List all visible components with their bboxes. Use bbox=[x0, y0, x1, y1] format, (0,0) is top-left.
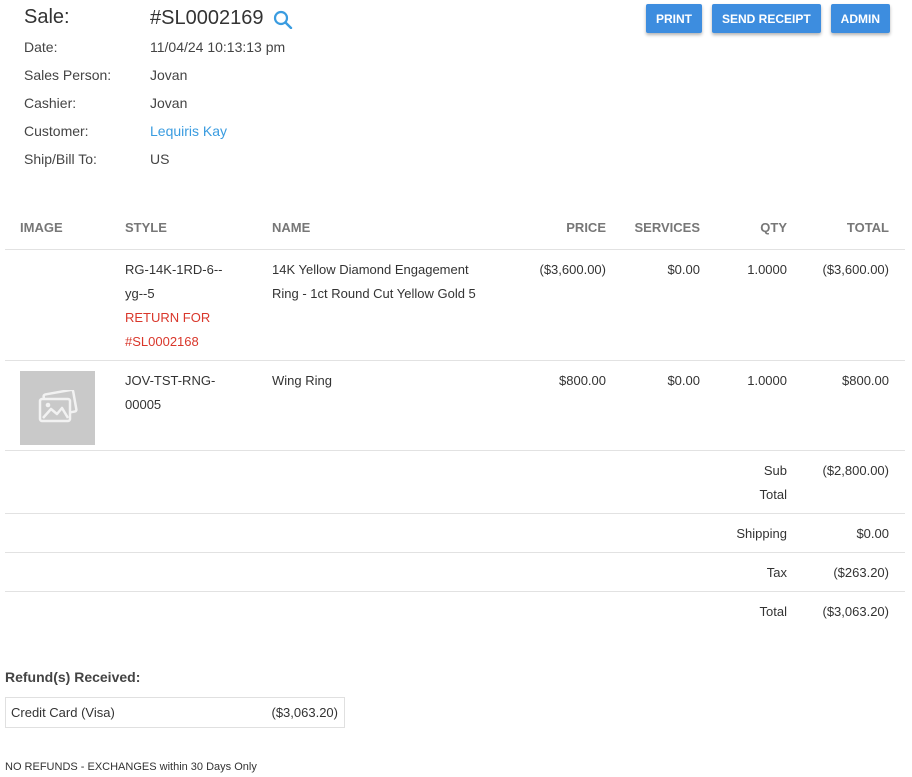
item-services: $0.00 bbox=[667, 373, 700, 388]
return-sale-link[interactable]: #SL0002168 bbox=[125, 330, 245, 354]
shipping-label: Shipping bbox=[736, 526, 787, 541]
total-value: ($3,063.20) bbox=[822, 604, 890, 619]
tax-value: ($263.20) bbox=[833, 565, 889, 580]
item-thumbnail[interactable] bbox=[20, 371, 95, 445]
sales-person-label: Sales Person: bbox=[24, 67, 112, 83]
ship-bill-value: US bbox=[150, 151, 170, 167]
col-header-qty: QTY bbox=[760, 220, 787, 235]
table-row: RG-14K-1RD-6-- yg--5 RETURN FOR #SL00021… bbox=[5, 250, 905, 361]
total-label: Total bbox=[759, 604, 787, 619]
print-button[interactable]: PRINT bbox=[645, 4, 702, 33]
table-header-row: IMAGE STYLE NAME PRICE SERVICES QTY TOTA… bbox=[5, 196, 905, 250]
tax-label: Tax bbox=[766, 565, 787, 580]
image-placeholder-icon bbox=[37, 388, 79, 427]
send-receipt-button[interactable]: SEND RECEIPT bbox=[711, 4, 821, 33]
refund-amount: ($3,063.20) bbox=[271, 705, 339, 720]
date-value: 11/04/24 10:13:13 pm bbox=[150, 39, 286, 55]
subtotal-label-line: Total bbox=[759, 487, 787, 502]
info-ship-bill: Ship/Bill To: US bbox=[24, 151, 169, 167]
sale-header: Sale: #SL0002169 Date: 11/04/24 10:13:13… bbox=[24, 4, 890, 176]
item-style-line: yg--5 bbox=[125, 286, 155, 301]
item-total: ($3,600.00) bbox=[822, 262, 890, 277]
subtotal-label-line: Sub bbox=[763, 463, 787, 478]
subtotal-value: ($2,800.00) bbox=[822, 463, 890, 478]
shipping-row: Shipping $0.00 bbox=[5, 514, 905, 553]
col-header-total: TOTAL bbox=[846, 220, 889, 235]
info-cashier: Cashier: Jovan bbox=[24, 95, 187, 111]
total-row: Total ($3,063.20) bbox=[5, 592, 905, 631]
info-customer: Customer: Lequiris Kay bbox=[24, 123, 227, 139]
item-price: ($3,600.00) bbox=[539, 262, 607, 277]
sale-number-text: #SL0002169 bbox=[150, 7, 264, 29]
subtotal-row: Sub Total ($2,800.00) bbox=[5, 451, 905, 514]
sales-person-value: Jovan bbox=[150, 67, 188, 83]
col-header-style: STYLE bbox=[125, 220, 167, 235]
refund-policy-text: NO REFUNDS - EXCHANGES within 30 Days On… bbox=[5, 761, 257, 773]
info-date: Date: 11/04/24 10:13:13 pm bbox=[24, 39, 285, 55]
item-style: RG-14K-1RD-6-- yg--5 RETURN FOR #SL00021… bbox=[125, 258, 245, 354]
item-name: 14K Yellow Diamond Engagement Ring - 1ct… bbox=[272, 258, 502, 306]
col-header-price: PRICE bbox=[566, 220, 606, 235]
admin-button[interactable]: ADMIN bbox=[830, 4, 890, 33]
col-header-services: SERVICES bbox=[634, 220, 700, 235]
item-name-line: Ring - 1ct Round Cut Yellow Gold 5 bbox=[272, 286, 476, 301]
action-buttons: PRINT SEND RECEIPT ADMIN bbox=[645, 4, 890, 33]
col-header-name: NAME bbox=[272, 220, 311, 235]
customer-label: Customer: bbox=[24, 123, 89, 139]
items-table: IMAGE STYLE NAME PRICE SERVICES QTY TOTA… bbox=[5, 196, 905, 631]
item-services: $0.00 bbox=[667, 262, 700, 277]
item-qty: 1.0000 bbox=[747, 373, 787, 388]
shipping-value: $0.00 bbox=[856, 526, 889, 541]
search-icon[interactable] bbox=[273, 9, 293, 29]
item-name: Wing Ring bbox=[272, 373, 332, 388]
subtotal-label: Sub Total bbox=[760, 459, 787, 507]
col-header-image: IMAGE bbox=[20, 220, 63, 235]
date-label: Date: bbox=[24, 39, 58, 55]
tax-row: Tax ($263.20) bbox=[5, 553, 905, 592]
item-price: $800.00 bbox=[559, 373, 606, 388]
item-style: JOV-TST-RNG- 00005 bbox=[125, 369, 245, 417]
refund-item: Credit Card (Visa) ($3,063.20) bbox=[5, 697, 345, 728]
sale-title-label: Sale: bbox=[24, 6, 70, 28]
cashier-label: Cashier: bbox=[24, 95, 77, 111]
sale-number: #SL0002169 bbox=[150, 7, 293, 30]
ship-bill-label: Ship/Bill To: bbox=[24, 151, 97, 167]
item-total: $800.00 bbox=[842, 373, 889, 388]
item-style-line: RG-14K-1RD-6-- bbox=[125, 262, 223, 277]
item-name-line: 14K Yellow Diamond Engagement bbox=[272, 262, 469, 277]
customer-link[interactable]: Lequiris Kay bbox=[150, 123, 227, 139]
info-sales-person: Sales Person: Jovan bbox=[24, 67, 187, 83]
item-style-line: 00005 bbox=[125, 397, 162, 412]
item-qty: 1.0000 bbox=[747, 262, 787, 277]
return-label: RETURN FOR bbox=[125, 310, 211, 325]
item-style-line: JOV-TST-RNG- bbox=[125, 373, 216, 388]
table-row: JOV-TST-RNG- 00005 Wing Ring $800.00 $0.… bbox=[5, 361, 905, 451]
cashier-value: Jovan bbox=[150, 95, 188, 111]
refund-method: Credit Card (Visa) bbox=[11, 705, 115, 720]
refunds-title: Refund(s) Received: bbox=[5, 669, 141, 685]
